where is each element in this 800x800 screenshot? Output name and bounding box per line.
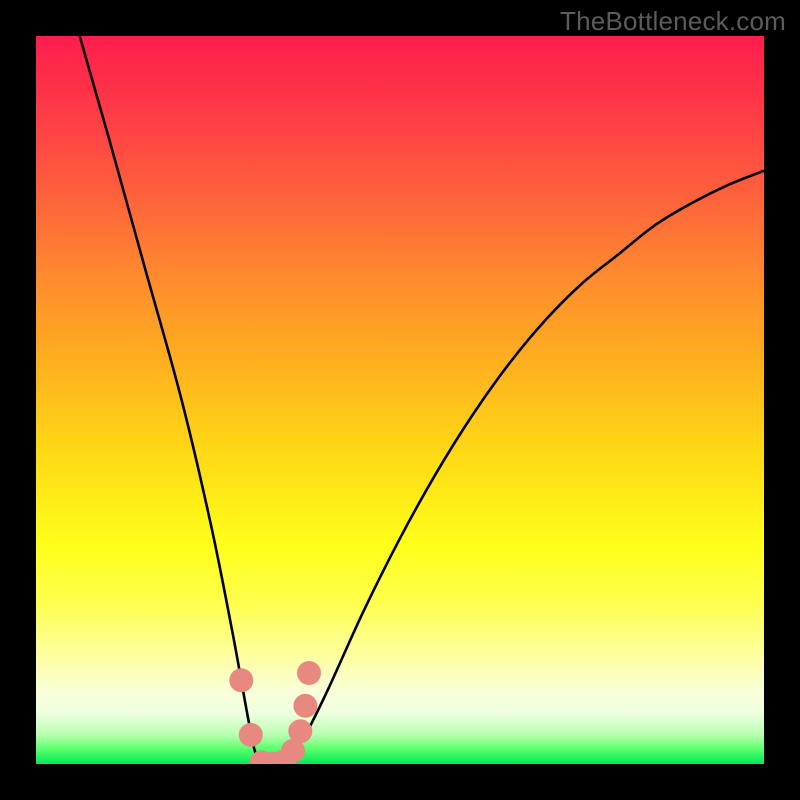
bottleneck-curve xyxy=(80,36,764,764)
marker-dot xyxy=(229,668,253,692)
marker-dot xyxy=(293,694,317,718)
marker-dot xyxy=(239,723,263,747)
marker-dot xyxy=(297,661,321,685)
highlight-markers xyxy=(229,661,321,764)
marker-dot xyxy=(288,719,312,743)
plot-area xyxy=(36,36,764,764)
watermark-text: TheBottleneck.com xyxy=(560,6,786,37)
chart-stage: TheBottleneck.com xyxy=(0,0,800,800)
chart-svg xyxy=(36,36,764,764)
